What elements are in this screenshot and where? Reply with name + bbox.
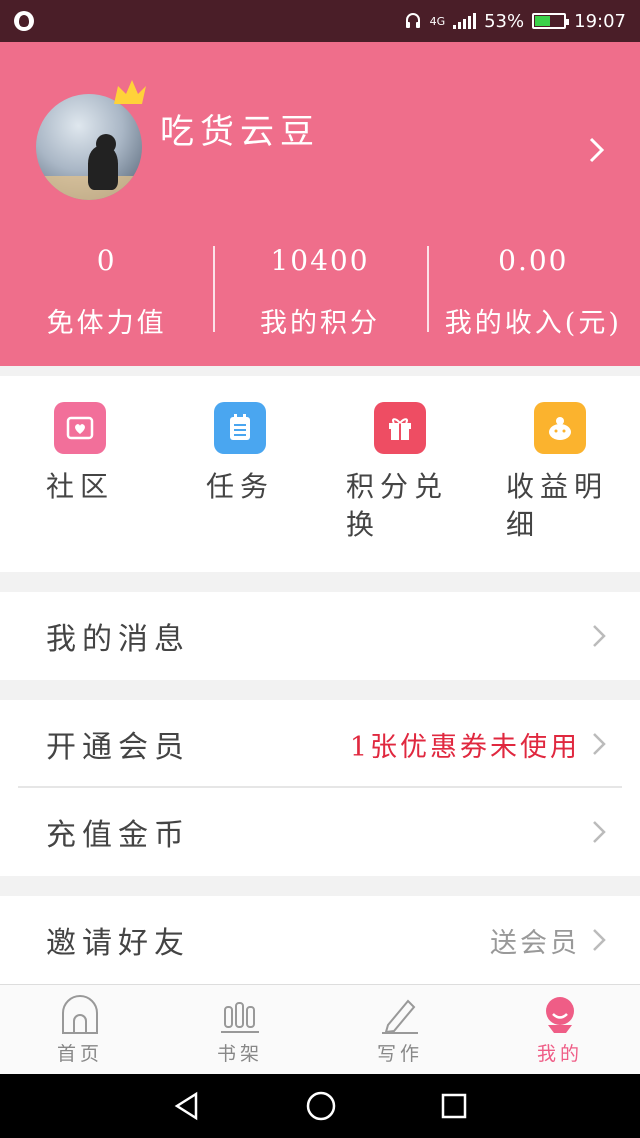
row-label: 邀请好友 — [46, 926, 190, 961]
recents-icon[interactable] — [440, 1092, 468, 1120]
stat-points[interactable]: 10400 我的积分 — [213, 238, 426, 339]
row-label: 开通会员 — [46, 730, 190, 765]
grid-label: 积分兑换 — [346, 470, 449, 541]
pencil-icon — [382, 999, 418, 1034]
grid-item-tasks[interactable]: 任务 — [160, 376, 320, 572]
stat-value: 10400 — [270, 244, 370, 277]
row-label: 我的消息 — [46, 622, 190, 657]
menu-item-vip[interactable]: 开通会员 1张优惠券未使用 — [0, 700, 640, 788]
tab-label: 我的 — [536, 1043, 583, 1065]
tasks-icon — [214, 402, 266, 454]
community-icon — [54, 402, 106, 454]
grid-label: 任务 — [206, 470, 275, 503]
system-nav-bar — [0, 1074, 640, 1138]
battery-icon — [532, 13, 570, 29]
coupon-notice: 1张优惠券未使用 — [349, 731, 580, 763]
stat-value: 0.00 — [498, 244, 569, 277]
tab-home[interactable]: 首页 — [0, 985, 160, 1074]
profile-icon — [546, 997, 574, 1033]
bookshelf-icon — [221, 1002, 259, 1033]
chevron-right-icon[interactable] — [588, 136, 606, 164]
chevron-right-icon — [593, 733, 606, 755]
tab-profile[interactable]: 我的 — [480, 985, 640, 1074]
chevron-right-icon — [593, 821, 606, 843]
grid-label: 收益明细 — [506, 470, 609, 541]
username: 吃货云豆 — [160, 112, 320, 152]
shortcut-grid: 社区 任务 积分兑换 收益明细 — [0, 376, 640, 572]
tab-label: 写作 — [376, 1043, 423, 1065]
home-button-icon[interactable] — [305, 1090, 337, 1122]
status-indicators: 4G 53% 19:07 — [404, 11, 626, 32]
chevron-right-icon — [593, 625, 606, 647]
avatar[interactable] — [36, 94, 142, 200]
piggy-bank-icon — [534, 402, 586, 454]
menu-item-invite[interactable]: 邀请好友 送会员 — [0, 896, 640, 984]
bottom-tab-bar: 首页 书架 写作 我的 — [0, 984, 640, 1074]
tab-bookshelf[interactable]: 书架 — [160, 985, 320, 1074]
stat-label: 我的收入(元) — [444, 308, 622, 339]
grid-item-earnings[interactable]: 收益明细 — [480, 376, 640, 572]
profile-header[interactable]: 吃货云豆 0 免体力值 10400 我的积分 0.00 我的收入(元) — [0, 42, 640, 366]
grid-item-points-exchange[interactable]: 积分兑换 — [320, 376, 480, 572]
notification-icon — [14, 11, 34, 31]
grid-label: 社区 — [46, 470, 115, 503]
gift-icon — [374, 402, 426, 454]
row-label: 充值金币 — [46, 818, 190, 853]
stat-stamina[interactable]: 0 免体力值 — [0, 238, 213, 339]
tab-label: 书架 — [216, 1043, 263, 1065]
battery-percent: 53% — [484, 10, 525, 32]
stat-value: 0 — [96, 244, 117, 277]
grid-item-community[interactable]: 社区 — [0, 376, 160, 572]
stat-income[interactable]: 0.00 我的收入(元) — [426, 238, 640, 339]
stat-label: 我的积分 — [259, 308, 380, 339]
home-icon — [62, 995, 98, 1034]
menu-item-recharge[interactable]: 充值金币 — [0, 788, 640, 876]
invite-reward: 送会员 — [490, 927, 580, 959]
status-bar: 4G 53% 19:07 — [0, 0, 640, 42]
headphones-icon — [405, 13, 420, 28]
tab-write[interactable]: 写作 — [320, 985, 480, 1074]
stat-label: 免体力值 — [46, 308, 167, 339]
back-icon[interactable] — [172, 1091, 202, 1121]
signal-icon — [453, 13, 477, 29]
stats-row: 0 免体力值 10400 我的积分 0.00 我的收入(元) — [0, 238, 640, 339]
network-type: 4G — [429, 14, 446, 28]
clock: 19:07 — [574, 10, 626, 32]
chevron-right-icon — [593, 929, 606, 951]
menu-item-messages[interactable]: 我的消息 — [0, 592, 640, 680]
crown-icon — [114, 80, 146, 104]
tab-label: 首页 — [56, 1043, 103, 1065]
